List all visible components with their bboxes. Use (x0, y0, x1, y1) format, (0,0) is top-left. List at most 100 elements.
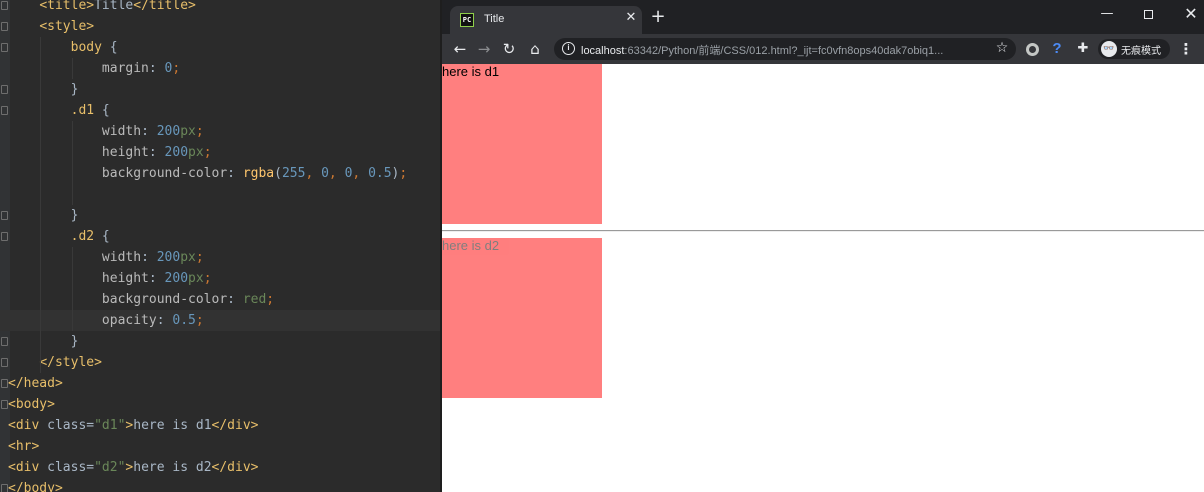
code-token: 255 (281, 166, 306, 181)
fold-marker-icon[interactable] (1, 22, 8, 31)
fold-marker-icon[interactable] (1, 337, 8, 346)
code-line[interactable]: width: 200px; (0, 121, 440, 142)
code-text: height: 200px; (8, 142, 212, 163)
fold-marker-icon[interactable] (1, 400, 8, 409)
code-text: </body> (8, 478, 63, 492)
code-token: background-color (101, 292, 228, 307)
code-text: <body> (8, 394, 55, 415)
page-viewport: here is d1 here is d2 (442, 64, 1204, 492)
code-line[interactable]: width: 200px; (0, 247, 440, 268)
code-token: width (101, 124, 142, 139)
code-line[interactable]: <title>Title</title> (0, 0, 440, 16)
code-line[interactable]: </head> (0, 373, 440, 394)
code-token: <div (8, 460, 48, 475)
div-d1: here is d1 (442, 64, 602, 224)
code-line[interactable]: } (0, 331, 440, 352)
fold-marker-icon[interactable] (1, 106, 8, 115)
help-extension-icon[interactable]: ? (1050, 39, 1064, 59)
code-token: 200 (164, 271, 189, 286)
site-info-icon[interactable]: i (562, 42, 575, 55)
code-line[interactable]: margin: 0; (0, 58, 440, 79)
code-line[interactable]: opacity: 0.5; (0, 310, 440, 331)
fold-marker-icon[interactable] (1, 211, 8, 220)
code-line[interactable]: <div class="d1">here is d1</div> (0, 415, 440, 436)
code-line[interactable]: <body> (0, 394, 440, 415)
code-editor[interactable]: <title>Title</title> <style> body { marg… (0, 0, 440, 492)
fold-marker-icon[interactable] (1, 43, 8, 52)
code-line[interactable]: } (0, 79, 440, 100)
code-text: width: 200px; (8, 247, 204, 268)
code-token: width (101, 250, 142, 265)
code-token: </body> (8, 481, 63, 492)
menu-dots-icon[interactable]: ⋮ (1178, 40, 1194, 58)
code-line[interactable]: height: 200px; (0, 268, 440, 289)
bookmark-star-icon[interactable]: ☆ (994, 40, 1010, 56)
fold-marker-icon[interactable] (1, 1, 8, 10)
code-token: "d1" (94, 418, 126, 433)
window-close-button[interactable]: ✕ (1178, 4, 1204, 24)
code-token: background-color (101, 166, 228, 181)
fold-marker-icon[interactable] (1, 232, 8, 241)
code-text: <title>Title</title> (8, 0, 196, 16)
url-path: :63342/Python/前端/CSS/012.html?_ijt=fc0vf… (624, 45, 944, 57)
code-token: margin (101, 61, 149, 76)
code-token: ; (195, 124, 204, 139)
code-line[interactable]: background-color: red; (0, 289, 440, 310)
tab-title: Title (484, 13, 505, 25)
code-line[interactable]: .d2 { (0, 226, 440, 247)
home-button[interactable]: ⌂ (526, 40, 544, 58)
code-token: } (70, 334, 79, 349)
code-token: , (352, 166, 369, 181)
fold-marker-icon[interactable] (1, 358, 8, 367)
code-line[interactable]: height: 200px; (0, 142, 440, 163)
code-line[interactable]: <style> (0, 16, 440, 37)
reload-button[interactable]: ↻ (500, 40, 518, 58)
incognito-badge[interactable]: 👓 无痕模式 (1098, 39, 1170, 59)
extensions-puzzle-icon[interactable]: ✚ (1074, 40, 1092, 58)
code-text: background-color: rgba(255, 0, 0, 0.5); (8, 163, 407, 184)
code-token: ; (195, 313, 204, 328)
url-text[interactable]: localhost:63342/Python/前端/CSS/012.html?_… (581, 42, 943, 58)
code-line[interactable]: body { (0, 37, 440, 58)
code-token: : (141, 250, 157, 265)
browser-window: PC Title ✕ + — ✕ ← → ↻ ⌂ i localhost:633… (442, 0, 1204, 492)
code-token: red (242, 292, 267, 307)
code-text: background-color: red; (8, 289, 274, 310)
code-line[interactable]: </body> (0, 478, 440, 492)
code-text: margin: 0; (8, 58, 180, 79)
code-token: ( (274, 166, 282, 181)
code-line[interactable]: </style> (0, 352, 440, 373)
code-text: opacity: 0.5; (8, 310, 204, 331)
code-token: height (101, 271, 149, 286)
code-token: : (148, 61, 165, 76)
code-token: : (156, 313, 173, 328)
code-text: <div class="d1">here is d1</div> (8, 415, 259, 436)
code-text: body { (8, 37, 118, 58)
tab-strip: PC Title ✕ + — ✕ (442, 0, 1204, 34)
extension-circle-icon[interactable] (1026, 43, 1039, 56)
code-token: { (94, 229, 110, 244)
tab-title-page[interactable]: PC Title ✕ (450, 6, 642, 34)
fold-marker-icon[interactable] (1, 484, 8, 492)
back-button[interactable]: ← (451, 40, 469, 58)
code-token: 200 (156, 250, 181, 265)
code-line[interactable]: <div class="d2">here is d2</div> (0, 457, 440, 478)
code-text: .d1 { (8, 100, 110, 121)
minimize-button[interactable]: — (1094, 4, 1120, 24)
fold-marker-icon[interactable] (1, 85, 8, 94)
code-text: } (8, 331, 79, 352)
forward-button[interactable]: → (475, 40, 493, 58)
code-text: height: 200px; (8, 268, 212, 289)
code-line[interactable]: <hr> (0, 436, 440, 457)
fold-marker-icon[interactable] (1, 379, 8, 388)
address-bar[interactable]: i localhost:63342/Python/前端/CSS/012.html… (554, 38, 1016, 60)
code-token: } (70, 208, 79, 223)
close-icon[interactable]: ✕ (624, 11, 638, 25)
new-tab-button[interactable]: + (650, 8, 666, 26)
code-line[interactable]: } (0, 205, 440, 226)
code-line[interactable]: .d1 { (0, 100, 440, 121)
code-line[interactable] (0, 184, 440, 205)
code-token: } (70, 82, 79, 97)
maximize-button[interactable] (1136, 4, 1162, 24)
code-line[interactable]: background-color: rgba(255, 0, 0, 0.5); (0, 163, 440, 184)
